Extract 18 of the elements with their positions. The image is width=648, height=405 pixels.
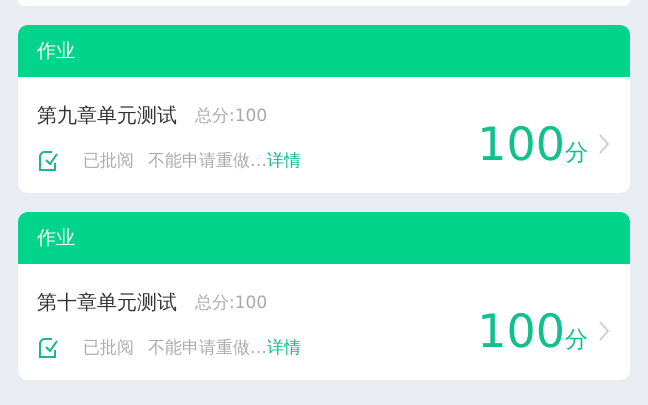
card-header-title: 作业 (37, 226, 75, 251)
assignment-title: 第十章单元测试 (37, 288, 177, 316)
review-status: 已批阅 (83, 150, 134, 172)
status-note: 不能申请重做… (148, 337, 267, 359)
review-status: 已批阅 (83, 337, 134, 359)
assignment-card[interactable]: 作业 第九章单元测试 总分:100 已批阅 不能申请重做…详情 100分 (18, 25, 630, 193)
score-unit: 分 (565, 326, 588, 355)
chevron-right-icon[interactable] (598, 133, 610, 155)
status-note: 不能申请重做… (148, 150, 267, 172)
total-score: 总分:100 (195, 292, 268, 314)
card-header-title: 作业 (37, 39, 75, 64)
score-unit: 分 (565, 139, 588, 168)
assignment-title: 第九章单元测试 (37, 102, 177, 128)
score-value: 100 (477, 304, 565, 358)
total-score: 总分:100 (195, 104, 268, 126)
score-value: 100 (477, 117, 565, 171)
chevron-right-icon[interactable] (598, 320, 610, 342)
assignment-card[interactable]: 作业 第十章单元测试 总分:100 已批阅 不能申请重做…详情 100分 (18, 212, 630, 380)
